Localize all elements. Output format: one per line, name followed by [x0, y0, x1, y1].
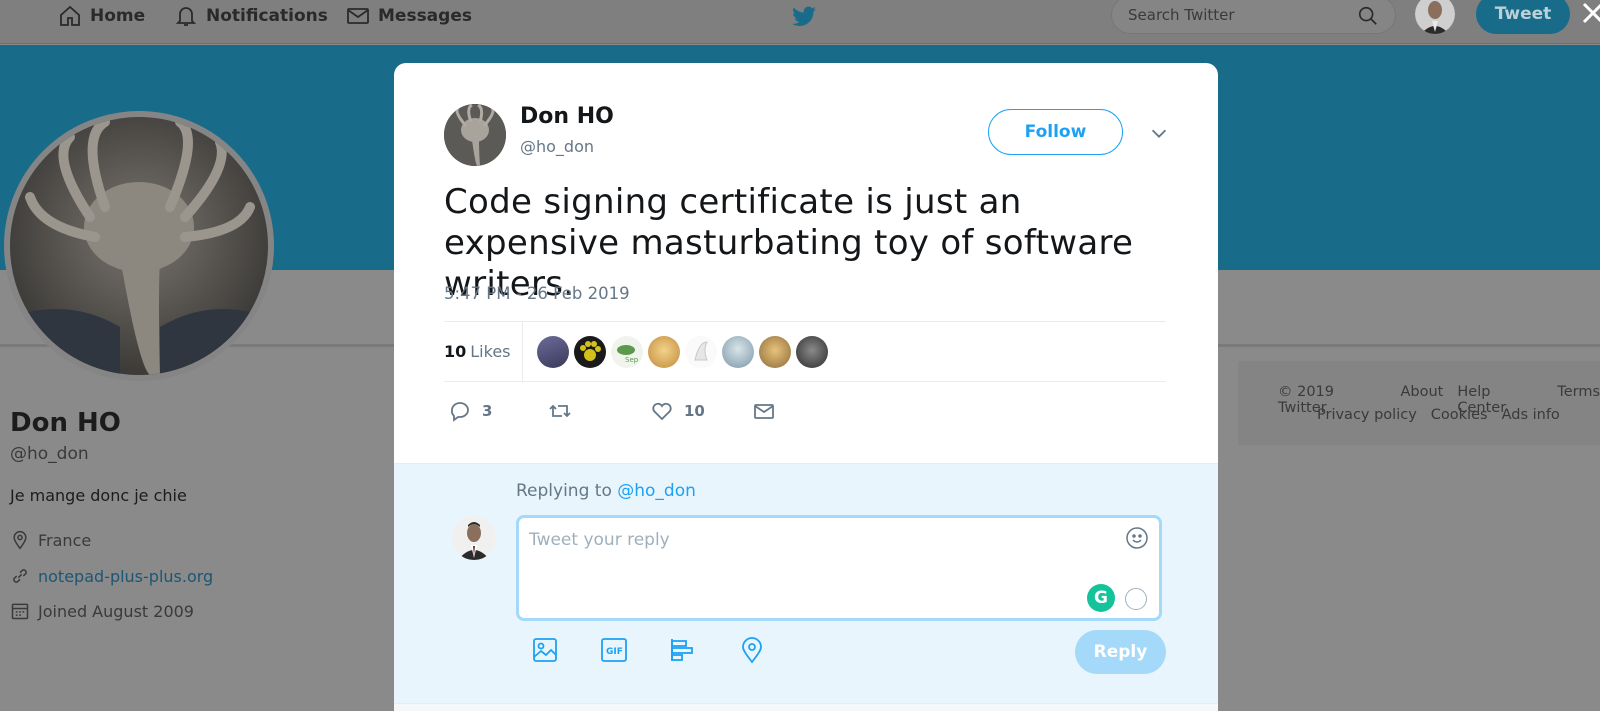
- home-icon: [60, 5, 80, 26]
- footer-ads-link[interactable]: Ads info: [1502, 407, 1560, 423]
- profile-website[interactable]: notepad-plus-plus.org: [10, 564, 213, 588]
- mail-icon: [347, 8, 369, 24]
- bell-icon: [175, 7, 197, 26]
- likes-count: 10: [444, 342, 467, 361]
- liker-avatar[interactable]: [574, 336, 606, 368]
- compose-tweet-button[interactable]: Tweet: [1476, 0, 1570, 34]
- direct-message-action[interactable]: [752, 393, 776, 429]
- gif-icon[interactable]: GIF: [599, 635, 629, 665]
- author-avatar[interactable]: [444, 104, 506, 166]
- reply-composer: Replying to @ho_don Tweet your reply G G…: [394, 463, 1218, 703]
- nav-notifications[interactable]: Notifications: [174, 3, 328, 29]
- reply-placeholder: Tweet your reply: [529, 530, 670, 550]
- current-user-avatar[interactable]: [452, 516, 496, 560]
- tweet-actions: 3 10: [444, 393, 844, 429]
- liker-avatar[interactable]: [685, 336, 717, 368]
- nav-home-label: Home: [90, 6, 146, 26]
- nav-home[interactable]: Home: [58, 3, 145, 29]
- replying-to-prefix: Replying to: [516, 481, 612, 501]
- svg-text:GIF: GIF: [606, 647, 623, 657]
- nav-notifications-label: Notifications: [206, 6, 328, 26]
- image-icon[interactable]: [530, 635, 560, 665]
- close-icon[interactable]: [1578, 0, 1600, 30]
- nav-messages-label: Messages: [378, 6, 472, 26]
- tweet-stats: 10 Likes Sep: [444, 321, 1166, 382]
- retweet-action[interactable]: [548, 393, 572, 429]
- reply-action[interactable]: 3: [448, 393, 492, 429]
- footer-privacy-link[interactable]: Privacy policy: [1317, 407, 1417, 423]
- modal-bottom-strip: [394, 703, 1218, 711]
- location-icon[interactable]: [737, 635, 767, 665]
- heart-icon: [652, 402, 672, 421]
- tweet-modal: Don HO @ho_don Follow Code signing certi…: [394, 63, 1218, 711]
- replying-to: Replying to @ho_don: [516, 481, 696, 501]
- footer-terms-link[interactable]: Terms: [1557, 384, 1600, 416]
- profile-joined-text: Joined August 2009: [38, 601, 194, 621]
- tweet-timestamp[interactable]: 5:47 PM - 26 Feb 2019: [444, 284, 630, 303]
- character-counter: [1125, 588, 1147, 610]
- direct-message-icon: [754, 404, 774, 419]
- profile-avatar[interactable]: [4, 111, 274, 381]
- profile-website-link[interactable]: notepad-plus-plus.org: [38, 567, 213, 586]
- top-navigation: Home Notifications Messages Search Twitt…: [0, 0, 1600, 44]
- calendar-icon: [11, 603, 29, 620]
- chevron-down-icon[interactable]: [1148, 122, 1170, 144]
- follow-button[interactable]: Follow: [988, 109, 1123, 155]
- liker-avatar[interactable]: [537, 336, 569, 368]
- likes-label: Likes: [470, 342, 511, 361]
- footer-links: © 2019 Twitter About Help Center Terms P…: [1238, 361, 1600, 445]
- profile-joined: Joined August 2009: [10, 599, 194, 623]
- reply-icon: [451, 402, 469, 422]
- profile-location: France: [10, 528, 91, 552]
- profile-bio: Je mange donc je chie: [10, 486, 187, 505]
- likes-stat[interactable]: 10 Likes: [444, 322, 523, 381]
- reply-submit-button[interactable]: Reply: [1075, 630, 1166, 674]
- search-placeholder: Search Twitter: [1128, 6, 1235, 24]
- emoji-icon[interactable]: [1125, 526, 1149, 550]
- liker-avatar[interactable]: [648, 336, 680, 368]
- author-name[interactable]: Don HO: [520, 104, 614, 129]
- liker-avatar[interactable]: [759, 336, 791, 368]
- footer-cookies-link[interactable]: Cookies: [1431, 407, 1488, 423]
- twitter-bird-icon[interactable]: [790, 3, 818, 29]
- poll-icon[interactable]: [668, 635, 698, 665]
- svg-text:Sep: Sep: [625, 356, 639, 364]
- location-pin-icon: [13, 530, 27, 550]
- page: Home Notifications Messages Search Twitt…: [0, 0, 1600, 711]
- reply-input[interactable]: Tweet your reply G: [516, 515, 1162, 621]
- like-count: 10: [684, 402, 705, 420]
- liker-avatar[interactable]: [796, 336, 828, 368]
- link-icon: [13, 569, 27, 583]
- search-icon[interactable]: [1357, 5, 1379, 27]
- liker-avatar[interactable]: Sep: [611, 336, 643, 368]
- liker-avatar[interactable]: [722, 336, 754, 368]
- profile-name: Don HO: [10, 408, 121, 438]
- grammarly-button[interactable]: G: [1087, 584, 1115, 612]
- author-handle[interactable]: @ho_don: [520, 137, 594, 156]
- account-avatar[interactable]: [1415, 0, 1455, 34]
- like-action[interactable]: 10: [650, 393, 705, 429]
- reply-count: 3: [482, 402, 493, 420]
- profile-location-text: France: [38, 530, 92, 550]
- replying-to-handle[interactable]: @ho_don: [617, 481, 696, 501]
- profile-handle: @ho_don: [10, 444, 89, 464]
- nav-messages[interactable]: Messages: [346, 3, 472, 29]
- search-input[interactable]: Search Twitter: [1111, 0, 1396, 34]
- retweet-icon: [549, 404, 571, 418]
